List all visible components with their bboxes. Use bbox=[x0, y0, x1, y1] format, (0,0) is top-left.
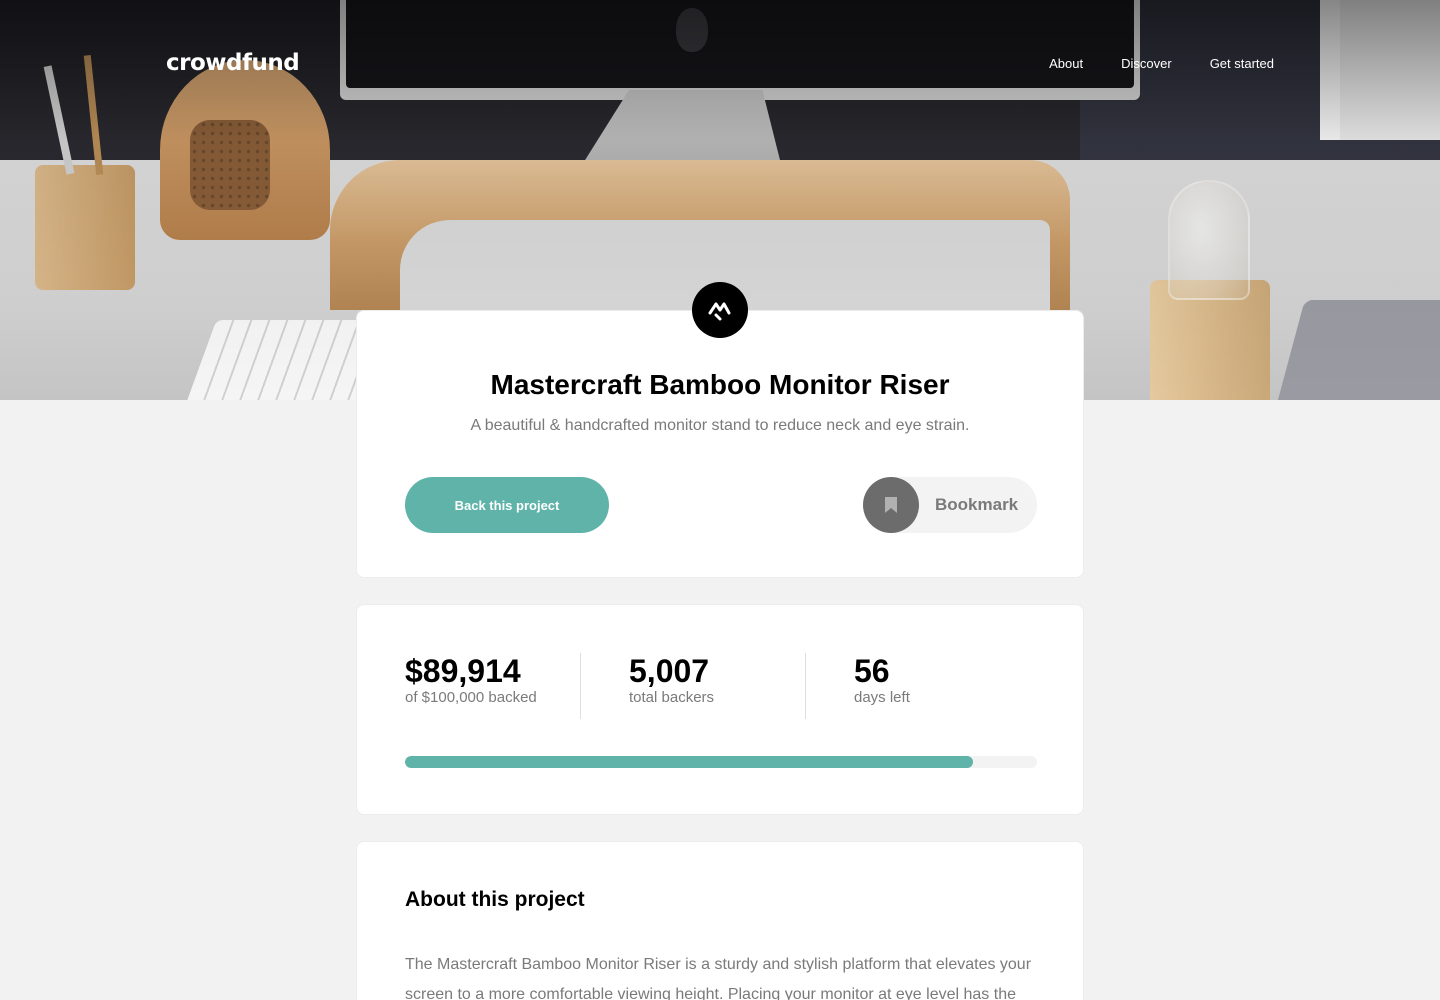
stat-backers-label: total backers bbox=[629, 689, 715, 706]
bookmark-glyph bbox=[885, 497, 897, 513]
nav-link-get-started[interactable]: Get started bbox=[1210, 56, 1274, 71]
stat-backed-value: $89,914 bbox=[405, 653, 521, 689]
bookmark-label: Bookmark bbox=[935, 495, 1019, 514]
main-nav: About Discover Get started bbox=[1049, 56, 1274, 71]
stat-days-value: 56 bbox=[854, 653, 890, 689]
about-project-card: About this project The Mastercraft Bambo… bbox=[356, 841, 1084, 1000]
stat-days-label: days left bbox=[854, 689, 910, 706]
funding-progress-fill bbox=[405, 756, 974, 768]
nav-link-about[interactable]: About bbox=[1049, 56, 1083, 71]
funding-progress-bar bbox=[405, 756, 1037, 768]
stat-days-left: 56 days left bbox=[854, 653, 1034, 719]
stat-divider bbox=[805, 653, 806, 719]
mastercraft-logo-icon bbox=[692, 282, 748, 338]
bookmark-icon bbox=[863, 477, 919, 533]
about-title: About this project bbox=[405, 888, 585, 911]
stat-backers-value: 5,007 bbox=[629, 653, 710, 689]
about-text: The Mastercraft Bamboo Monitor Riser is … bbox=[405, 956, 1032, 1000]
project-intro-card: Mastercraft Bamboo Monitor Riser A beaut… bbox=[356, 282, 1084, 578]
project-stats-card: $89,914 of $100,000 backed 5,007 total b… bbox=[356, 604, 1084, 815]
site-logo[interactable]: crowdfund bbox=[166, 50, 300, 76]
stat-divider bbox=[580, 653, 581, 719]
project-description: A beautiful & handcrafted monitor stand … bbox=[470, 417, 970, 434]
project-title: Mastercraft Bamboo Monitor Riser bbox=[490, 369, 950, 400]
stat-backed: $89,914 of $100,000 backed bbox=[405, 653, 580, 719]
mastercraft-logo-glyph bbox=[708, 302, 731, 321]
stat-backers: 5,007 total backers bbox=[629, 653, 805, 719]
back-project-button[interactable]: Back this project bbox=[405, 477, 609, 533]
nav-link-discover[interactable]: Discover bbox=[1121, 56, 1172, 71]
bookmark-button[interactable]: Bookmark bbox=[863, 477, 1037, 533]
stat-backed-label: of $100,000 backed bbox=[405, 689, 537, 706]
